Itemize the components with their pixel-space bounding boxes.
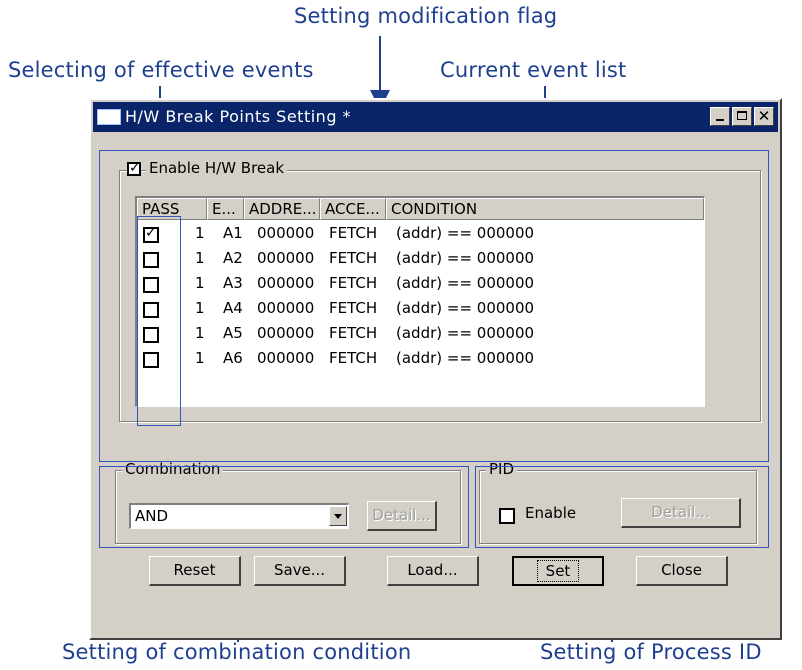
minimize-button[interactable] — [710, 107, 730, 126]
maximize-button[interactable] — [732, 107, 752, 126]
reset-button[interactable]: Reset — [149, 556, 241, 586]
title-bar[interactable]: H/W Break Points Setting * ✕ — [93, 102, 778, 132]
callout-combination-condition: Setting of combination condition — [62, 640, 412, 664]
window-icon — [97, 109, 121, 125]
highlight-effective-events — [137, 216, 181, 426]
save-button[interactable]: Save... — [254, 556, 346, 586]
highlight-combination — [99, 466, 469, 548]
callout-modification-flag: Setting modification flag — [294, 4, 558, 28]
callout-process-id: Setting of Process ID — [540, 640, 762, 664]
set-button-label: Set — [536, 560, 580, 582]
highlight-pid — [475, 466, 769, 548]
close-button[interactable]: Close — [636, 556, 728, 586]
callout-effective-events: Selecting of effective events — [8, 58, 314, 82]
highlight-current-event-list — [99, 150, 769, 462]
window-title: H/W Break Points Setting * — [125, 107, 352, 126]
close-window-button[interactable]: ✕ — [754, 107, 774, 126]
set-button[interactable]: Set — [512, 556, 604, 586]
hw-break-points-dialog: H/W Break Points Setting * ✕ Enable H/W … — [89, 98, 782, 640]
callout-current-event-list: Current event list — [440, 58, 627, 82]
load-button[interactable]: Load... — [387, 556, 479, 586]
